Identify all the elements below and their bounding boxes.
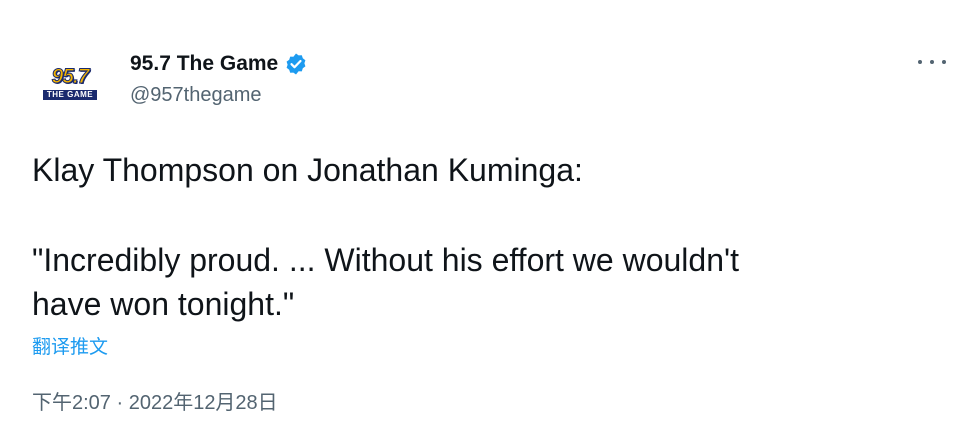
more-dot <box>942 60 946 64</box>
author-name-row: 95.7 The Game <box>130 50 308 78</box>
tweet-text-line-1: Klay Thompson on Jonathan Kuminga: <box>32 152 583 188</box>
avatar[interactable]: 95.7 THE GAME <box>38 64 102 102</box>
author-handle[interactable]: @957thegame <box>130 84 262 107</box>
more-dot <box>918 60 922 64</box>
author-display-name[interactable]: 95.7 The Game <box>130 52 278 76</box>
verified-badge-icon <box>284 52 308 76</box>
tweet-card: 95.7 THE GAME 95.7 The Game @957thegame … <box>0 0 968 429</box>
avatar-logo-subtext: THE GAME <box>42 90 98 100</box>
avatar-logo-number: 95.7 <box>51 65 90 88</box>
tweet-text-line-3: have won tonight." <box>32 286 295 322</box>
more-dot <box>930 60 934 64</box>
translate-tweet-link[interactable]: 翻译推文 <box>32 332 108 359</box>
more-options-icon[interactable] <box>918 50 946 74</box>
tweet-text-line-2: "Incredibly proud. ... Without his effor… <box>32 242 739 278</box>
tweet-timestamp[interactable]: 下午2:07 · 2022年12月28日 <box>32 386 278 415</box>
